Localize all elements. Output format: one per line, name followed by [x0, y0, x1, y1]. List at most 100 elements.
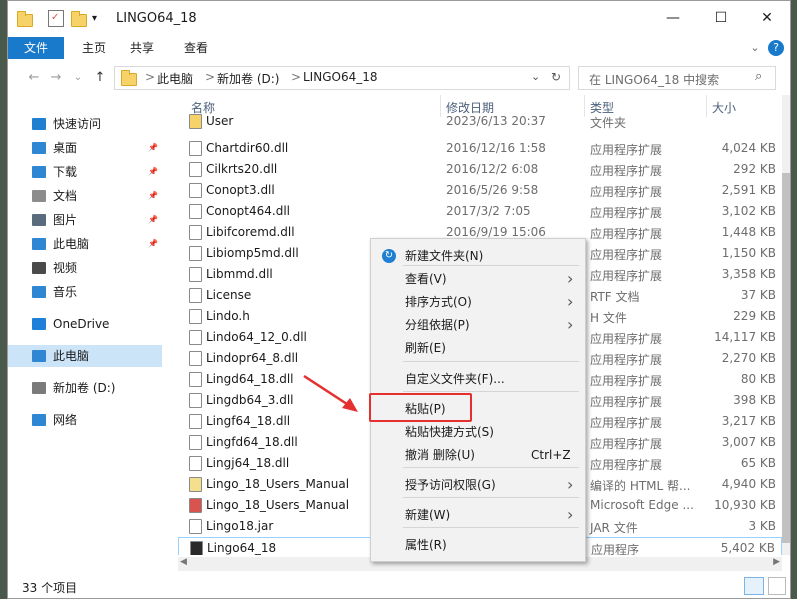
sidebar-item-6[interactable]: 视频 [8, 257, 162, 279]
table-row[interactable]: Chartdir60.dll 2016/12/16 1:58 应用程序扩展 4,024… [178, 138, 782, 159]
large-icons-view-icon[interactable] [768, 577, 786, 595]
up-button[interactable]: ↑ [90, 69, 110, 87]
menu-item[interactable]: 撤消 删除(U) Ctrl+Z [371, 444, 585, 466]
table-row[interactable]: User 2023/6/13 20:37 文件夹 [178, 111, 782, 132]
file-type: 应用程序扩展 [590, 437, 663, 451]
menu-item[interactable]: 自定义文件夹(F)... [371, 368, 585, 390]
help-icon[interactable]: ? [768, 40, 784, 56]
forward-button[interactable]: → [46, 69, 66, 87]
menu-item[interactable]: 查看(V) › [371, 268, 585, 290]
minimize-button[interactable]: — [650, 1, 696, 35]
file-date: 2016/12/2 6:08 [446, 162, 539, 176]
new-folder-icon[interactable] [70, 10, 87, 27]
file-name: Lindo64_12_0.dll [206, 330, 307, 344]
file-name: Lingo_18_Users_Manual [206, 498, 350, 512]
sidebar-item-label: 桌面 [53, 141, 78, 155]
file-type: 应用程序扩展 [590, 395, 663, 409]
scroll-right-icon[interactable]: ▶ [773, 557, 780, 567]
search-input[interactable]: 在 LINGO64_18 中搜索 ⌕ [578, 66, 776, 90]
sidebar-item-10[interactable]: 新加卷 (D:) [8, 377, 162, 399]
pin-icon: 📌 [148, 215, 158, 224]
menu-item-label: 排序方式(O) [405, 295, 472, 309]
menu-item-label: 刷新(E) [405, 341, 446, 355]
sidebar-item-5[interactable]: 此电脑 📌 [8, 233, 162, 255]
desktop-icon [32, 142, 46, 154]
breadcrumb-this-pc[interactable]: 此电脑 [157, 70, 193, 87]
tab-share[interactable]: 共享 [122, 37, 162, 59]
dll-icon [189, 204, 202, 219]
item-count: 33 个项目 [22, 581, 78, 595]
table-row[interactable]: Cilkrts20.dll 2016/12/2 6:08 应用程序扩展 292 KB [178, 159, 782, 180]
menu-item[interactable]: ↻ 新建文件夹(N) [371, 245, 585, 267]
menu-item[interactable]: 授予访问权限(G) › [371, 474, 585, 496]
maximize-button[interactable]: ☐ [698, 1, 744, 35]
menu-item[interactable]: 刷新(E) [371, 337, 585, 359]
menu-item[interactable]: 粘贴快捷方式(S) [371, 421, 585, 443]
sidebar-item-7[interactable]: 音乐 [8, 281, 162, 303]
sidebar-item-0[interactable]: 快速访问 [8, 113, 162, 135]
file-type: 应用程序扩展 [590, 164, 663, 178]
menu-item[interactable]: 属性(R) [371, 534, 585, 556]
chevron-down-icon[interactable]: ⌄ [748, 37, 762, 59]
file-name: Conopt3.dll [206, 183, 275, 197]
file-size: 10,930 KB [714, 498, 776, 512]
properties-icon[interactable]: ✓ [48, 10, 64, 27]
scroll-left-icon[interactable]: ◀ [180, 557, 187, 567]
file-size: 1,448 KB [721, 225, 776, 239]
dll-icon [189, 435, 202, 450]
drive-icon [32, 382, 46, 394]
sidebar-item-11[interactable]: 网络 [8, 409, 162, 431]
file-type: H 文件 [590, 311, 627, 325]
sidebar-item-9[interactable]: 此电脑 [8, 345, 162, 367]
file-name: Lingdb64_3.dll [206, 393, 294, 407]
table-row[interactable]: Conopt464.dll 2017/3/2 7:05 应用程序扩展 3,102 KB [178, 201, 782, 222]
file-type: 文件夹 [590, 116, 627, 130]
file-name: Conopt464.dll [206, 204, 290, 218]
sidebar-item-label: 网络 [53, 413, 78, 427]
breadcrumb-lingo-folder[interactable]: LINGO64_18 [303, 70, 377, 84]
menu-item[interactable]: 分组依据(P) › [371, 314, 585, 336]
sidebar-item-label: 文档 [53, 189, 78, 203]
menu-item[interactable]: 新建(W) › [371, 504, 585, 526]
address-dropdown-icon[interactable]: ⌄ [531, 70, 540, 83]
sidebar-item-4[interactable]: 图片 📌 [8, 209, 162, 231]
file-name: Libifcoremd.dll [206, 225, 295, 239]
tab-view[interactable]: 查看 [176, 37, 216, 59]
sidebar-item-2[interactable]: 下载 📌 [8, 161, 162, 183]
file-icon [189, 519, 202, 534]
annotation-arrow [303, 374, 358, 412]
sidebar-item-3[interactable]: 文档 📌 [8, 185, 162, 207]
file-type: 应用程序扩展 [590, 353, 663, 367]
sidebar-item-label: 新加卷 (D:) [53, 381, 116, 395]
file-name: Lingo_18_Users_Manual [206, 477, 350, 491]
dll-icon [189, 456, 202, 471]
table-row[interactable]: Conopt3.dll 2016/5/26 9:58 应用程序扩展 2,591 KB [178, 180, 782, 201]
scrollbar-thumb[interactable] [782, 173, 790, 543]
details-view-icon[interactable] [744, 577, 764, 595]
customize-toolbar-icon[interactable]: ▾ [92, 10, 108, 27]
help-icon [189, 477, 202, 492]
recent-locations-button[interactable]: ⌄ [68, 69, 88, 87]
file-size: 3,007 KB [721, 435, 776, 449]
folder-icon [16, 10, 33, 27]
menu-item-label: 自定义文件夹(F)... [405, 372, 505, 386]
breadcrumb-drive-d[interactable]: 新加卷 (D:) [217, 70, 279, 87]
sidebar-item-1[interactable]: 桌面 📌 [8, 137, 162, 159]
back-button[interactable]: ← [24, 69, 44, 87]
sidebar-item-label: 下载 [53, 165, 78, 179]
vertical-scrollbar[interactable] [782, 95, 790, 555]
address-bar[interactable]: > 此电脑 > 新加卷 (D:) > LINGO64_18 ⌄ ↻ [114, 66, 570, 90]
dll-icon [189, 393, 202, 408]
tab-home[interactable]: 主页 [74, 37, 114, 59]
menu-item[interactable]: 排序方式(O) › [371, 291, 585, 313]
menu-item-label: 撤消 删除(U) [405, 448, 475, 462]
sidebar-item-8[interactable]: OneDrive [8, 313, 162, 335]
refresh-button[interactable]: ↻ [551, 70, 561, 84]
file-size: 292 KB [733, 162, 776, 176]
file-name: Lingo18.jar [206, 519, 274, 533]
file-date: 2016/12/16 1:58 [446, 141, 546, 155]
file-size: 1,150 KB [721, 246, 776, 260]
tab-file[interactable]: 文件 [8, 37, 64, 59]
close-button[interactable]: ✕ [744, 1, 790, 35]
file-type: 应用程序扩展 [590, 374, 663, 388]
